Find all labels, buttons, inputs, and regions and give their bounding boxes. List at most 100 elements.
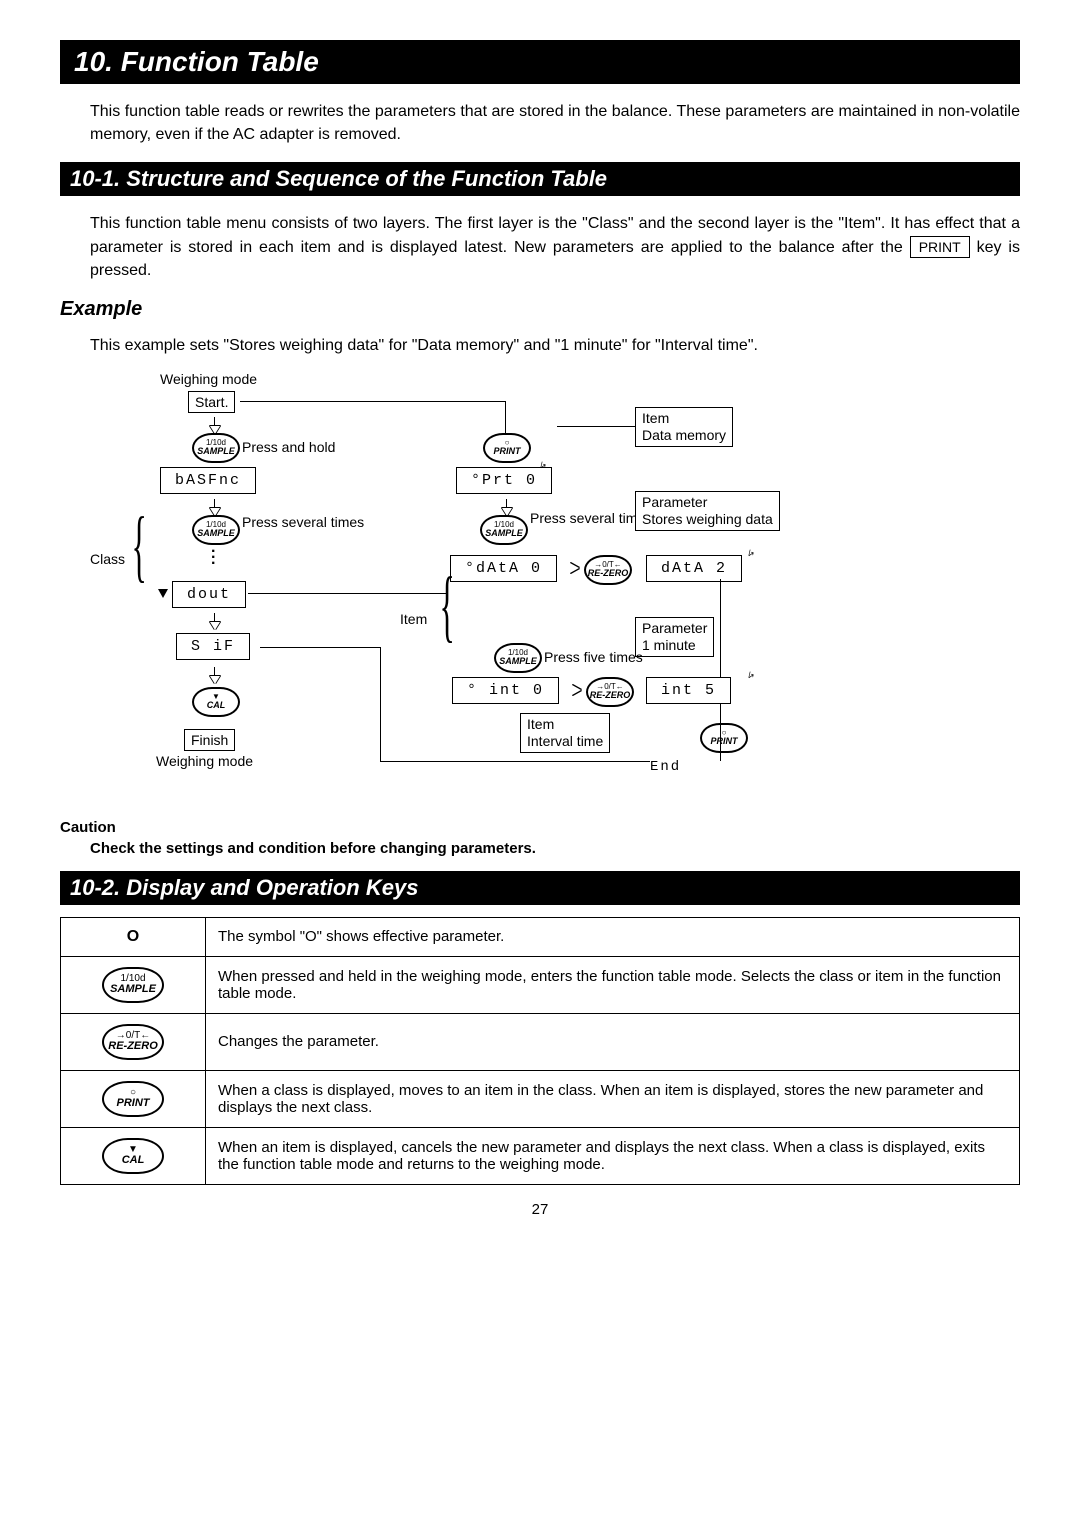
table-row: ▼ CAL When an item is displayed, cancels… [61,1127,1020,1184]
key-bot: SAMPLE [485,529,523,538]
seg-data0: °dAtA 0 [450,555,557,582]
brace-icon: { [440,561,455,652]
data-memory-label: Data memory [642,427,726,443]
press-and-hold-label: Press and hold [242,439,335,455]
seg-prt: °Prt 0 [456,467,552,494]
table-row: O The symbol "O" shows effective paramet… [61,917,1020,956]
item-label: Item [527,716,554,732]
blink-icon: ⭟ [748,667,754,681]
item-label: Item [642,410,669,426]
arrow-icon [158,589,168,598]
press-several-label-2: Press several times [530,511,652,526]
sample-key-3: 1/10d SAMPLE [480,515,528,545]
stores-weighing-data-label: Stores weighing data [642,511,773,527]
seg-data2: dAtA 2 [646,555,742,582]
key-bot: SAMPLE [197,447,235,456]
brace-icon: { [132,501,147,592]
seg-sif: S iF [176,633,250,660]
weighing-mode-bottom-label: Weighing mode [156,753,253,769]
intro-text: This function table reads or rewrites th… [90,100,1020,146]
key-bot: RE-ZERO [588,569,629,578]
seg-end: End [650,759,681,775]
seg-basfnc: bASFnc [160,467,256,494]
table-row: ○ PRINT When a class is displayed, moves… [61,1070,1020,1127]
operation-keys-table: O The symbol "O" shows effective paramet… [60,917,1020,1185]
desc-cell: The symbol "O" shows effective parameter… [206,917,1020,956]
connector-line [380,647,381,762]
key-bot: SAMPLE [499,657,537,666]
item-label-left: Item [400,611,427,627]
section-10-1-body: This function table menu consists of two… [90,212,1020,282]
connector-line [720,703,721,761]
key-cell: →0/T← RE-ZERO [61,1013,206,1070]
parameter-label: Parameter [642,494,707,510]
key-bot: PRINT [711,737,738,746]
parameter-box-1: ParameterStores weighing data [635,491,780,531]
connector-line [720,579,721,677]
item-data-memory-box: ItemData memory [635,407,733,447]
print-key-inline: PRINT [910,236,970,258]
sample-key-icon: 1/10d SAMPLE [102,967,164,1003]
start-box: Start. [188,391,235,413]
blink-icon: ⭟ [748,545,754,559]
caution-heading: Caution [60,819,1020,836]
interval-time-label: Interval time [527,733,603,749]
connector-line [260,647,380,648]
circle-symbol-icon: O [127,928,139,945]
key-bot: SAMPLE [197,529,235,538]
cal-key: ▼ CAL [192,687,240,717]
table-row: →0/T← RE-ZERO Changes the parameter. [61,1013,1020,1070]
desc-cell: When a class is displayed, moves to an i… [206,1070,1020,1127]
key-bot: SAMPLE [110,984,156,995]
seg-int0: ° int 0 [452,677,559,704]
vertical-dots-icon: ··· [211,549,216,567]
key-cell: ▼ CAL [61,1127,206,1184]
table-row: 1/10d SAMPLE When pressed and held in th… [61,956,1020,1013]
key-bot: PRINT [494,447,521,456]
connector-line [557,426,635,427]
example-text: This example sets "Stores weighing data"… [90,337,1020,355]
section1-body-pre: This function table menu consists of two… [90,215,1020,255]
blink-icon: ⭟ [540,457,546,471]
example-heading: Example [60,298,1020,321]
print-key-diagram: ○ PRINT [483,433,531,463]
print-key-icon: ○ PRINT [102,1081,164,1117]
key-bot: RE-ZERO [108,1041,158,1052]
seg-dout: dout [172,581,246,608]
page-number: 27 [60,1201,1020,1218]
item-interval-box: ItemInterval time [520,713,610,753]
desc-cell: When an item is displayed, cancels the n… [206,1127,1020,1184]
rezero-key-icon: →0/T← RE-ZERO [102,1024,164,1060]
sample-key-1: 1/10d SAMPLE [192,433,240,463]
connector-line [380,761,650,762]
press-five-label: Press five times [544,649,643,665]
one-minute-label: 1 minute [642,637,696,653]
seg-int5: int 5 [646,677,731,704]
weighing-mode-top-label: Weighing mode [160,371,257,387]
arrow-icon [572,685,581,695]
chapter-title: 10. Function Table [60,40,1020,84]
arrow-icon [570,563,579,573]
section-10-1-heading: 10-1. Structure and Sequence of the Func… [60,162,1020,196]
caution-text: Check the settings and condition before … [90,840,1020,857]
sample-key-2: 1/10d SAMPLE [192,515,240,545]
desc-cell: When pressed and held in the weighing mo… [206,956,1020,1013]
print-key-diagram-2: ○ PRINT [700,723,748,753]
key-cell: 1/10d SAMPLE [61,956,206,1013]
key-cell: ○ PRINT [61,1070,206,1127]
connector-line [248,593,448,594]
class-label: Class [90,551,125,567]
section-10-2-heading: 10-2. Display and Operation Keys [60,871,1020,905]
key-bot: CAL [122,1155,145,1166]
parameter-label: Parameter [642,620,707,636]
finish-box: Finish [184,729,235,751]
parameter-box-2: Parameter1 minute [635,617,714,657]
key-bot: RE-ZERO [590,691,631,700]
rezero-key-1: →0/T← RE-ZERO [584,555,632,585]
press-several-label-1: Press several times [242,515,364,530]
symbol-cell: O [61,917,206,956]
rezero-key-2: →0/T← RE-ZERO [586,677,634,707]
key-bot: PRINT [117,1098,150,1109]
sample-key-4: 1/10d SAMPLE [494,643,542,673]
desc-cell: Changes the parameter. [206,1013,1020,1070]
